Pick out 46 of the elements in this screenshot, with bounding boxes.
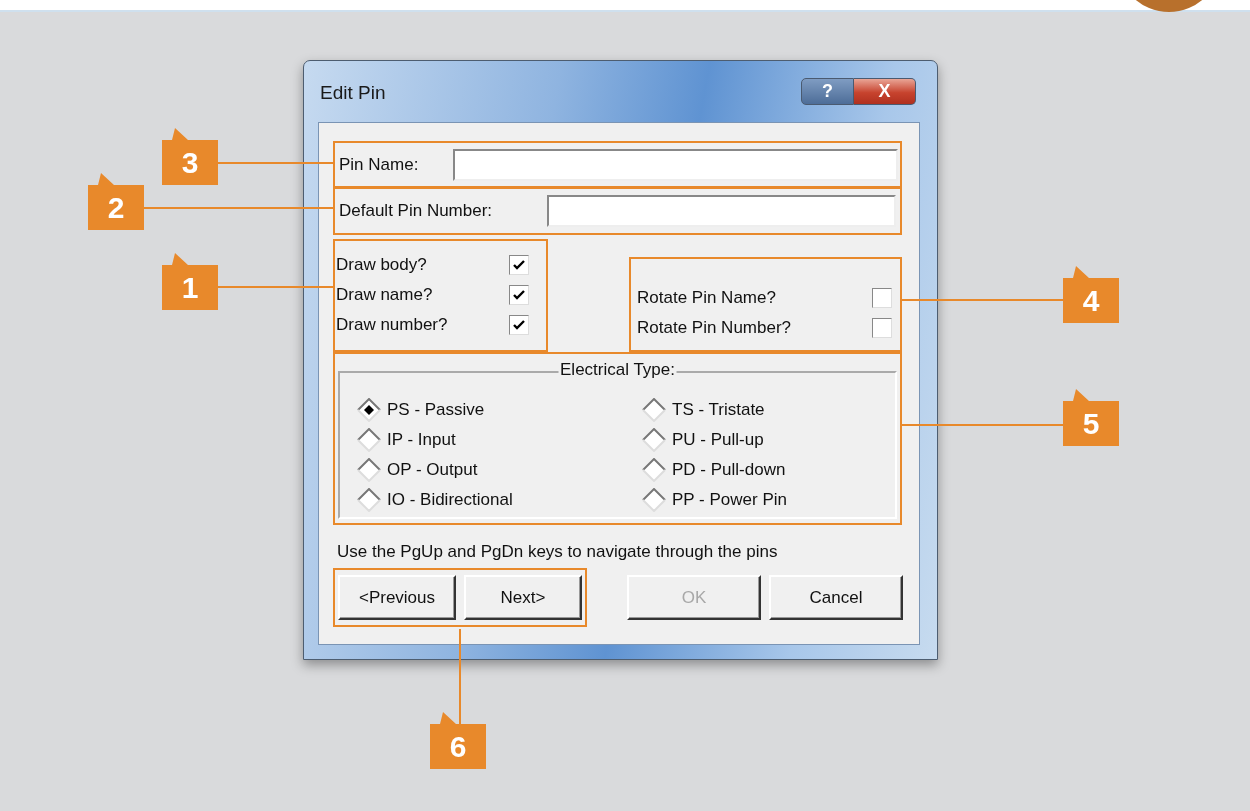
radio-label: PD - Pull-down bbox=[672, 460, 786, 480]
radio-label: IO - Bidirectional bbox=[387, 490, 513, 510]
dialog-button[interactable]: Next> bbox=[464, 575, 582, 620]
checkbox[interactable] bbox=[509, 285, 529, 305]
checkbox[interactable] bbox=[872, 318, 892, 338]
input-field[interactable] bbox=[547, 195, 896, 227]
radio-label: OP - Output bbox=[387, 460, 478, 480]
radio-label: TS - Tristate bbox=[672, 400, 765, 420]
radio-button[interactable] bbox=[357, 458, 381, 482]
callout-badge: 4 bbox=[1063, 266, 1119, 323]
radio-label: PP - Power Pin bbox=[672, 490, 787, 510]
checkbox-label: Rotate Pin Name? bbox=[637, 288, 776, 308]
checkbox[interactable] bbox=[509, 315, 529, 335]
radio-button[interactable] bbox=[642, 428, 666, 452]
check-mark-icon bbox=[512, 318, 526, 332]
field-label: Default Pin Number: bbox=[339, 201, 494, 221]
field-label: Pin Name: bbox=[339, 154, 420, 175]
radio-button[interactable] bbox=[642, 488, 666, 512]
group-title: Electrical Type: bbox=[558, 360, 677, 380]
radio-label: IP - Input bbox=[387, 430, 456, 450]
window-title: Edit Pin bbox=[320, 82, 386, 104]
close-button[interactable]: X bbox=[854, 78, 916, 105]
checkbox[interactable] bbox=[509, 255, 529, 275]
hint-text: Use the PgUp and PgDn keys to navigate through the pins bbox=[337, 542, 778, 562]
check-mark-icon bbox=[512, 288, 526, 302]
radio-button[interactable] bbox=[357, 398, 381, 422]
radio-button[interactable] bbox=[642, 398, 666, 422]
dialog-button[interactable]: Cancel bbox=[769, 575, 903, 620]
callout-badge: 5 bbox=[1063, 389, 1119, 446]
radio-button[interactable] bbox=[357, 488, 381, 512]
checkbox-label: Draw body? bbox=[336, 255, 427, 275]
input-field[interactable] bbox=[453, 148, 898, 181]
checkbox-label: Draw name? bbox=[336, 285, 433, 305]
checkbox-label: Draw number? bbox=[336, 315, 448, 335]
callout-badge: 1 bbox=[162, 253, 218, 310]
radio-label: PU - Pull-up bbox=[672, 430, 764, 450]
checkbox-label: Rotate Pin Number? bbox=[637, 318, 792, 338]
checkbox[interactable] bbox=[872, 288, 892, 308]
radio-label: PS - Passive bbox=[387, 400, 485, 420]
callout-badge: 2 bbox=[88, 173, 144, 230]
callout-badge: 6 bbox=[430, 712, 486, 769]
dialog-button[interactable]: <Previous bbox=[338, 575, 456, 620]
check-mark-icon bbox=[512, 258, 526, 272]
radio-button[interactable] bbox=[357, 428, 381, 452]
radio-button[interactable] bbox=[642, 458, 666, 482]
callout-badge: 3 bbox=[162, 128, 218, 185]
